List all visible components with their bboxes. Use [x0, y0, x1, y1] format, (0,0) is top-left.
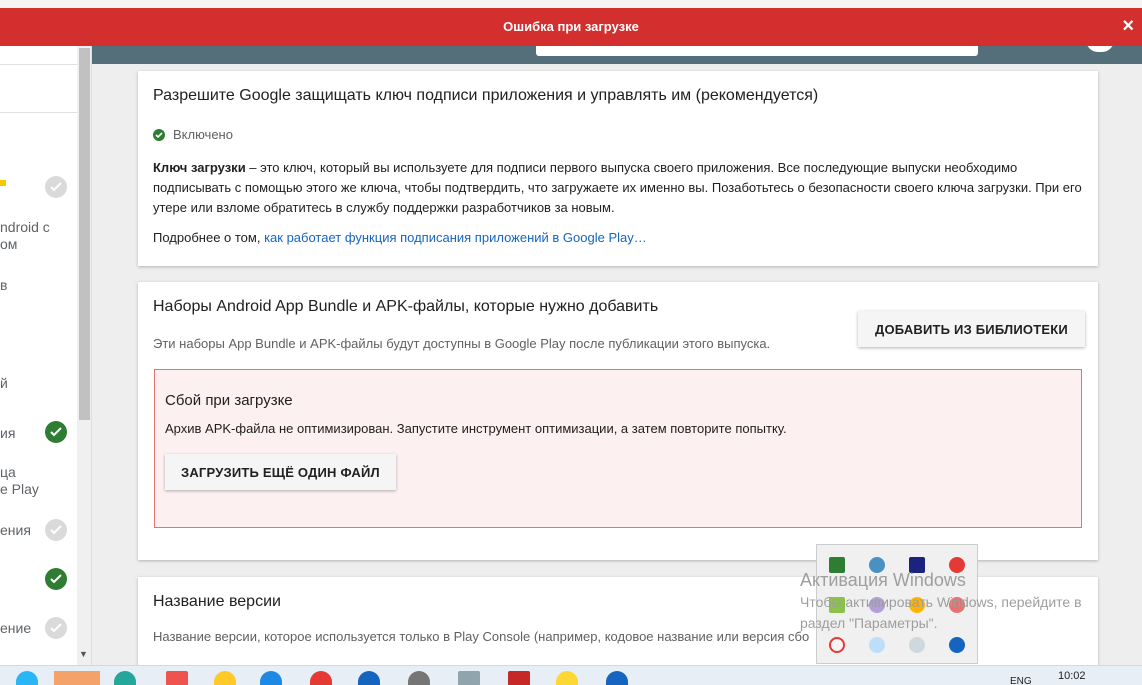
learn-more-line: Подробнее о том, как работает функция по… — [153, 230, 1083, 245]
app-icon[interactable] — [556, 671, 578, 685]
upload-error-title: Сбой при загрузке — [165, 392, 293, 409]
sidebar-item-label[interactable]: ение — [0, 620, 31, 636]
app-icon[interactable] — [606, 671, 628, 685]
check-circle-icon — [45, 421, 67, 443]
check-circle-icon — [45, 568, 67, 590]
keyboard-language[interactable]: ENG — [1010, 676, 1032, 685]
edge-icon[interactable] — [114, 671, 136, 685]
add-from-library-button[interactable]: Добавить из библиотеки — [858, 311, 1085, 347]
status-text: Включено — [173, 127, 233, 142]
sidebar-item-label[interactable]: ом — [0, 236, 17, 252]
check-icon — [153, 128, 165, 141]
sidebar: ndroid с ом в й ия ца e Play ения ение ▼ — [0, 46, 92, 665]
sidebar-item-label[interactable]: ndroid с — [0, 219, 50, 235]
check-circle-icon — [45, 176, 67, 198]
sidebar-item-label[interactable]: ия — [0, 425, 15, 441]
telegram-icon[interactable] — [16, 671, 38, 685]
watermark-line: раздел "Параметры". — [800, 615, 938, 631]
windows-activation-watermark: Активация Windows Чтобы активировать Win… — [800, 570, 1082, 633]
settings-gear-icon[interactable] — [408, 671, 430, 685]
sidebar-divider — [0, 64, 77, 65]
clock[interactable]: 10:02 — [1058, 670, 1086, 682]
watermark-line: Чтобы активировать Windows, перейдите в — [800, 594, 1082, 610]
app-signing-card: Разрешите Google защищать ключ подписи п… — [138, 71, 1098, 266]
sidebar-item-label[interactable]: й — [0, 375, 8, 391]
error-banner: Ошибка при загрузке × — [0, 8, 1142, 46]
app-icon[interactable] — [508, 671, 530, 685]
bundles-card: Наборы Android App Bundle и APK-файлы, к… — [138, 282, 1098, 560]
upload-error-text: Архив APK-файла не оптимизирован. Запуст… — [165, 421, 787, 436]
check-circle-icon — [45, 617, 67, 639]
skype-icon[interactable] — [869, 637, 885, 653]
office-icon[interactable] — [166, 671, 188, 685]
app-icon[interactable] — [358, 671, 380, 685]
close-icon[interactable]: × — [1122, 16, 1134, 36]
sidebar-item-label[interactable]: e Play — [0, 481, 39, 497]
check-circle-icon — [45, 519, 67, 541]
upload-another-file-button[interactable]: Загрузить ещё один файл — [165, 454, 396, 490]
sidebar-scrollbar-thumb[interactable] — [79, 48, 90, 420]
upload-key-text: – это ключ, который вы используете для п… — [153, 160, 1082, 215]
yandex-icon[interactable] — [829, 637, 845, 653]
yandex-browser-icon[interactable] — [310, 671, 332, 685]
upload-error-box: Сбой при загрузке Архив APK-файла не опт… — [154, 369, 1082, 528]
upload-key-description: Ключ загрузки – это ключ, который вы исп… — [153, 158, 1083, 218]
watermark-title: Активация Windows — [800, 570, 966, 590]
word-icon[interactable] — [949, 637, 965, 653]
file-icon[interactable] — [458, 671, 480, 685]
taskbar: ENG 10:02 — [0, 665, 1142, 685]
learn-more-link[interactable]: как работает функция подписания приложен… — [264, 230, 647, 245]
learn-more-prefix: Подробнее о том, — [153, 230, 265, 245]
star-icon — [0, 180, 6, 186]
scroll-down-arrow-icon[interactable]: ▼ — [79, 649, 88, 659]
top-gap — [0, 0, 1142, 8]
sidebar-item-label[interactable]: в — [0, 277, 7, 293]
upload-key-term: Ключ загрузки — [153, 160, 246, 175]
app-signing-status: Включено — [153, 127, 1083, 142]
sidebar-item-label[interactable]: ения — [0, 522, 31, 538]
error-banner-message: Ошибка при загрузке — [503, 19, 639, 34]
telegram-active-icon[interactable] — [54, 671, 100, 685]
wifi-arc-icon[interactable] — [909, 637, 925, 653]
app-signing-title: Разрешите Google защищать ключ подписи п… — [153, 87, 819, 104]
browser-icon[interactable] — [260, 671, 282, 685]
app-icon[interactable] — [214, 671, 236, 685]
sidebar-divider — [0, 112, 77, 113]
sidebar-item-label[interactable]: ца — [0, 464, 16, 480]
